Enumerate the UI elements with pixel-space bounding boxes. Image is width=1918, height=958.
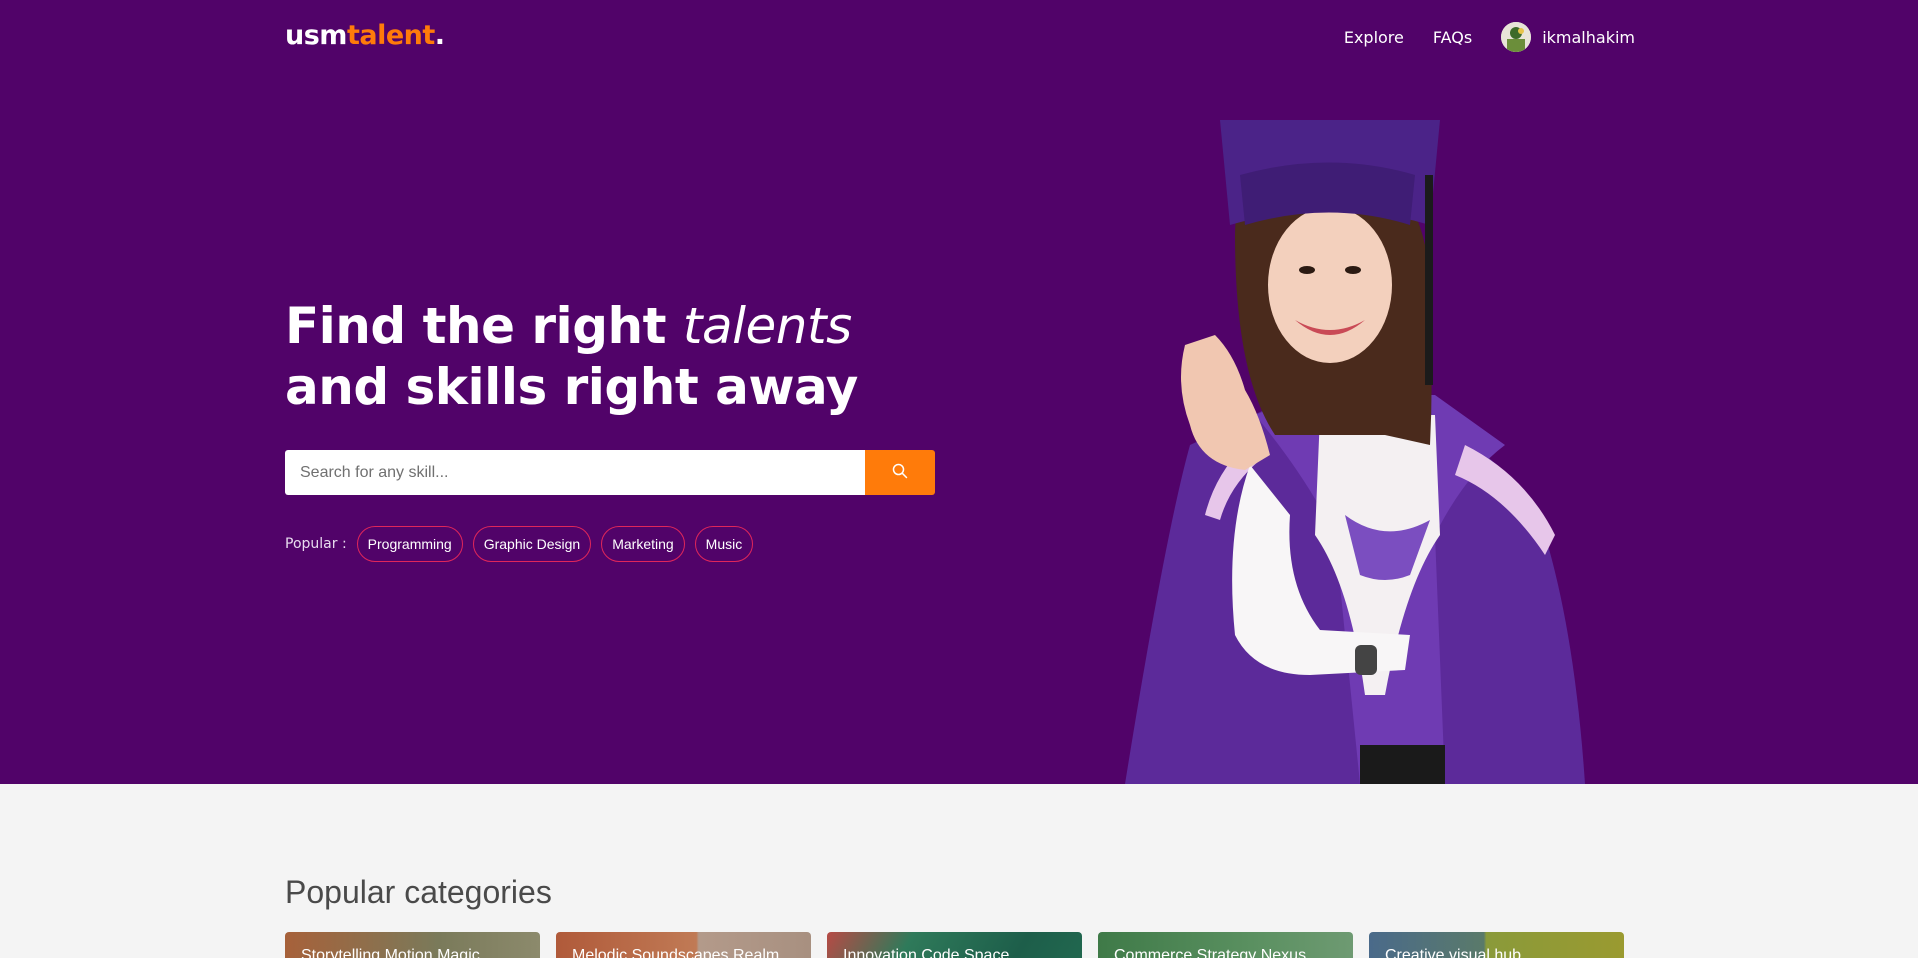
tag-programming[interactable]: Programming bbox=[356, 526, 463, 562]
category-card-title: Melodic Soundscapes Realm bbox=[572, 947, 780, 958]
hero-graduate-image bbox=[1125, 120, 1585, 784]
headline-line-1: Find the right talents bbox=[285, 296, 858, 357]
category-card-title: Creative visual hub bbox=[1385, 947, 1522, 958]
hero-headline: Find the right talents and skills right … bbox=[285, 296, 858, 418]
tag-graphic-design[interactable]: Graphic Design bbox=[472, 526, 592, 562]
popular-label: Popular : bbox=[285, 536, 347, 552]
username: ikmalhakim bbox=[1542, 27, 1635, 47]
search-bar bbox=[285, 450, 935, 495]
search-input[interactable] bbox=[285, 450, 865, 495]
category-card[interactable]: Creative visual hub bbox=[1369, 932, 1624, 958]
logo[interactable]: usmtalent. bbox=[285, 20, 445, 51]
logo-part-talent: talent bbox=[346, 20, 435, 51]
avatar bbox=[1501, 22, 1532, 52]
tag-music[interactable]: Music bbox=[694, 526, 754, 562]
category-card-title: Commerce Strategy Nexus bbox=[1114, 947, 1307, 958]
top-nav: Explore FAQs ikmalhakim bbox=[1344, 22, 1635, 52]
search-button[interactable] bbox=[865, 450, 935, 495]
category-card[interactable]: Innovation Code Space bbox=[827, 932, 1082, 958]
category-card-title: Innovation Code Space bbox=[843, 947, 1010, 958]
headline-line-2: and skills right away bbox=[285, 358, 858, 416]
category-card[interactable]: Commerce Strategy Nexus bbox=[1098, 932, 1353, 958]
category-card[interactable]: Melodic Soundscapes Realm bbox=[556, 932, 811, 958]
logo-part-dot: . bbox=[434, 20, 445, 51]
headline-text: Find the right bbox=[285, 297, 683, 355]
user-profile-menu[interactable]: ikmalhakim bbox=[1501, 22, 1635, 52]
category-card[interactable]: Storytelling Motion Magic bbox=[285, 932, 540, 958]
nav-explore-link[interactable]: Explore bbox=[1344, 28, 1404, 47]
hero-section: usmtalent. Explore FAQs ikmalhakim Find … bbox=[0, 0, 1918, 784]
tag-marketing[interactable]: Marketing bbox=[601, 526, 685, 562]
nav-faqs-link[interactable]: FAQs bbox=[1433, 28, 1472, 47]
section-title-popular-categories: Popular categories bbox=[285, 874, 552, 910]
headline-italic-text: talents bbox=[682, 297, 852, 355]
popular-tags: Popular : Programming Graphic Design Mar… bbox=[285, 526, 763, 562]
search-icon bbox=[892, 463, 908, 482]
logo-part-usm: usm bbox=[285, 20, 347, 51]
category-cards: Storytelling Motion Magic Melodic Sounds… bbox=[285, 932, 1624, 958]
category-card-title: Storytelling Motion Magic bbox=[301, 947, 480, 958]
